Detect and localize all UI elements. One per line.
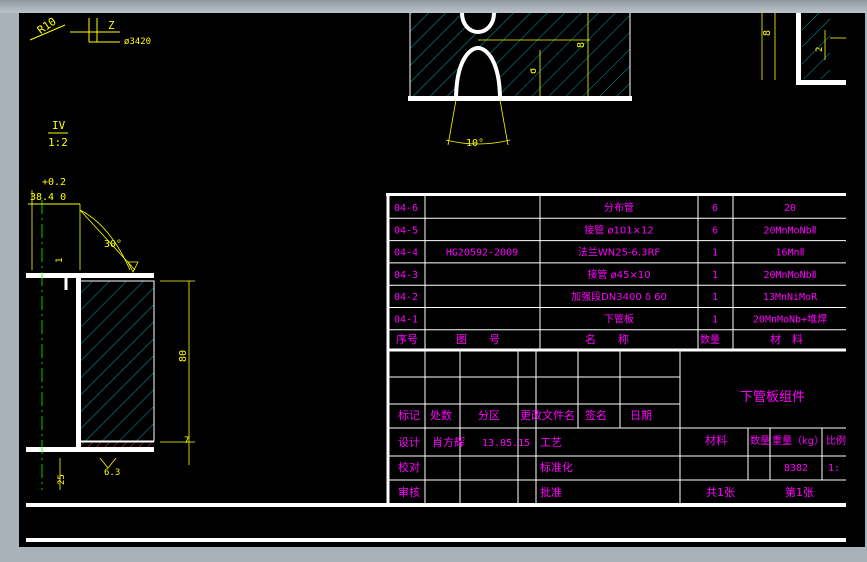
bom-cell-material: 20MnMoNbⅡ (763, 270, 816, 281)
dim-63: 6.3 (104, 468, 120, 478)
tb-weight-value: 8382 (784, 463, 808, 474)
tb-design: 设计 (398, 436, 420, 449)
tb-process: 工艺 (540, 436, 562, 449)
angle-label: 30° (104, 239, 122, 250)
bom-header-qty: 数量 (700, 333, 720, 346)
groove-dim-a: 8 (576, 42, 587, 48)
tb-label-count: 处数 (430, 409, 452, 422)
tb-sheets-total: 共1张 (706, 486, 735, 499)
tolerance-base: 38.4 0 (30, 192, 66, 203)
tb-ratio-value: 1: (828, 463, 840, 474)
bom-cell-name: 接管 ø45×10 (587, 268, 650, 281)
bom-cell-material: 20MnMoNbⅡ (763, 225, 816, 236)
assembly-name: 下管板组件 (740, 390, 805, 405)
groove-angle: 10° (466, 138, 484, 149)
dim-7: 7 (184, 436, 189, 446)
tb-label-mark: 标记 (398, 408, 420, 422)
bill-of-materials[interactable]: 04-6 分布管 6 20 04-5 接管 ø101×12 6 20MnMoNbⅡ 04-4 HG… (386, 193, 846, 505)
bom-cell-code: 04-3 (394, 270, 418, 281)
tb-review: 审核 (398, 485, 420, 499)
tb-check: 校对 (398, 460, 420, 474)
dim-1: 1 (55, 258, 65, 263)
bom-cell-name: 加强段DN3400 δ 60 (571, 290, 667, 303)
bom-cell-material: 16MnⅡ (775, 248, 804, 259)
section-view-label: IV 1:2 (48, 119, 68, 149)
bom-header-name: 名 称 (585, 332, 629, 346)
dim-80: 80 (178, 350, 189, 362)
tb-date: 13.05.15 (482, 438, 530, 449)
bom-cell-material: 20 (784, 203, 796, 214)
tb-label-sign: 签名 (585, 408, 607, 422)
roughness-label: R10 (35, 15, 59, 37)
section-view-scale: 1:2 (48, 136, 68, 149)
border-line-lower (26, 503, 846, 507)
tb-weight: 重量（kg） (772, 434, 824, 447)
bom-cell-qty: 6 (712, 225, 718, 236)
z-annotation: Z ø3420 (70, 18, 151, 47)
right-detail[interactable]: 8 2 (761, 13, 846, 85)
tb-material: 材料 (705, 433, 727, 447)
tb-label-zone: 分区 (478, 409, 500, 422)
bom-cell-material: 20MnMoNb+堆焊 (753, 314, 827, 326)
right-dim-a: 8 (762, 30, 773, 36)
z-label: Z (108, 19, 115, 32)
tubesheet-section[interactable]: +0.2 38.4 0 30° 80 7 1 25 6.3 (26, 177, 195, 490)
bom-cell-code: 04-5 (394, 225, 418, 236)
bom-cell-name: 法兰WN25-6.3RF (578, 246, 661, 259)
bom-cell-code: 04-1 (394, 315, 418, 326)
bom-cell-code: 04-2 (394, 292, 418, 303)
bom-cell-name: 分布管 (604, 201, 634, 214)
bom-cell-qty: 1 (712, 292, 718, 303)
tb-quantity: 数量 (750, 434, 770, 447)
bom-cell-drawing: HG20592-2009 (446, 248, 518, 259)
groove-dim-b: σ (528, 68, 539, 74)
bom-cell-name: 下管板 (604, 313, 634, 326)
tb-approve: 批准 (540, 485, 562, 499)
border-line-bottom (26, 538, 846, 542)
bom-cell-qty: 6 (712, 203, 718, 214)
bom-cell-code: 04-6 (394, 203, 418, 214)
title-block[interactable]: 标记 处数 分区 更改文件名 签名 日期 下管板组件 设计 肖方辉 13.05.… (388, 350, 846, 505)
bom-header-material: 材 料 (770, 332, 803, 346)
cad-drawing[interactable]: R10 Z ø3420 IV 1:2 +0.2 38.4 0 30° 80 7 … (0, 0, 867, 562)
section-view-id: IV (52, 119, 66, 132)
bom-cell-name: 接管 ø101×12 (584, 223, 654, 236)
bom-header-code: 序号 (396, 332, 418, 346)
bom-cell-qty: 1 (712, 315, 718, 326)
roughness-annotation: R10 (29, 15, 66, 41)
tb-ratio: 比例 (826, 434, 846, 447)
diameter-label: ø3420 (124, 37, 151, 47)
groove-detail[interactable]: 8 σ 10° (408, 12, 632, 149)
dim-25: 25 (57, 474, 67, 485)
bom-cell-material: 13MnNiMoR (763, 292, 818, 303)
right-dim-b: 2 (815, 47, 825, 52)
bom-cell-qty: 1 (712, 248, 718, 259)
tb-label-change-doc: 更改文件名 (520, 408, 575, 422)
tb-designer: 肖方辉 (432, 435, 465, 449)
tb-standardize: 标准化 (540, 460, 573, 474)
tb-sheet-no: 第1张 (785, 485, 814, 499)
bom-header-drawing: 图 号 (456, 333, 500, 346)
tolerance-upper: +0.2 (42, 177, 66, 188)
bom-cell-qty: 1 (712, 270, 718, 281)
bom-cell-code: 04-4 (394, 248, 418, 259)
tb-label-date: 日期 (630, 409, 652, 422)
